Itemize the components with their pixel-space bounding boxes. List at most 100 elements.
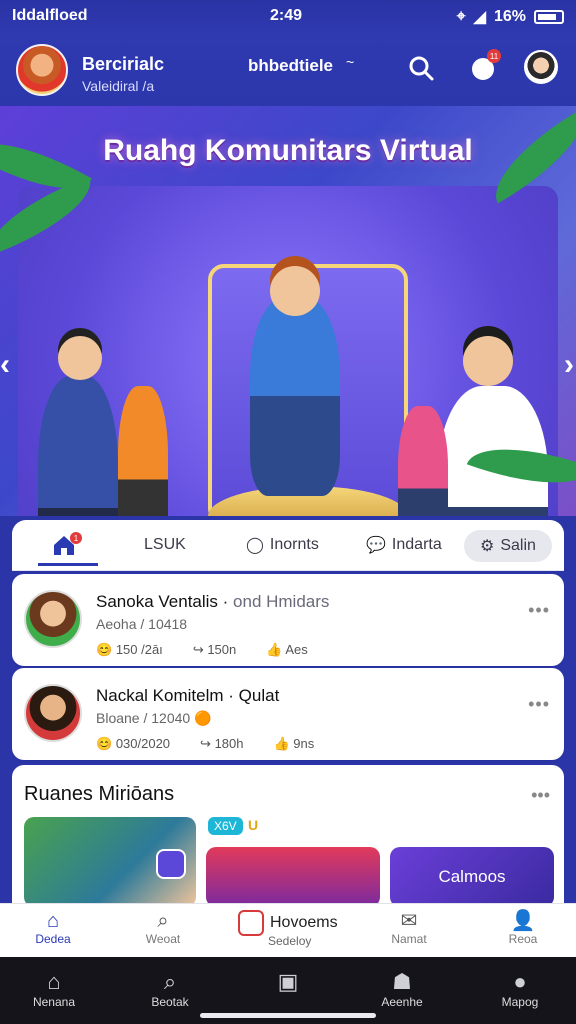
feed-avatar[interactable]	[24, 684, 82, 742]
section-thumb[interactable]: Calmoos	[390, 847, 554, 907]
user-icon: ●	[513, 969, 527, 994]
feed-title: Sanoka Ventalis · ond Hmidars	[96, 592, 330, 611]
feed-avatar[interactable]	[24, 590, 82, 648]
notification-icon[interactable]: 11	[467, 49, 501, 84]
nav-profile[interactable]: 👤 Reoa	[478, 910, 568, 946]
system-nav: ⌂ Nenana ⌕ Beotak ▣ ☗ Aeenhe ● Mapog	[0, 957, 576, 1024]
like-count: 9ns	[293, 736, 315, 751]
search-icon: ⌕	[163, 969, 177, 994]
user-subtitle: Valeidiral /a	[82, 78, 155, 94]
nav-notifications-label: Namat	[391, 932, 427, 946]
user-icon: 👤	[510, 910, 536, 932]
carousel-prev-icon[interactable]: ‹	[0, 348, 10, 382]
tab-chat-label: Indarta	[391, 536, 442, 553]
tab-bar: 1 LSUK ◯ Inornts 💬 Indarta ⚙ Salin	[12, 520, 564, 570]
like-stat[interactable]: 👍 9ns	[273, 736, 314, 752]
emoji-reaction[interactable]: 😊 150 /2āı	[96, 642, 163, 658]
tab-settings[interactable]: ⚙ Salin	[464, 530, 552, 562]
nav-notifications[interactable]: ✉ Namat	[364, 910, 454, 946]
battery-icon	[534, 10, 564, 24]
tab-lsuk-label: LSUK	[144, 536, 186, 553]
mail-icon: ✉	[400, 910, 418, 932]
feed-subtitle-text: Bloane / 12040	[96, 710, 191, 726]
tab-chat[interactable]: 💬 Indarta	[366, 520, 442, 570]
feed-title: Nackal Komitelm · Qulat	[96, 686, 280, 705]
emoji-reaction[interactable]: 😊 030/2020	[96, 736, 170, 752]
sys-nav-search-label: Beotak	[151, 995, 189, 1009]
location-icon: ⌖	[456, 8, 466, 25]
section-tag-mark: U	[248, 817, 259, 833]
search-icon: ⌕	[157, 910, 169, 932]
pin-icon: ◯	[246, 537, 264, 554]
carousel-next-icon[interactable]: ›	[564, 348, 574, 382]
user-name: Bercirialc	[82, 54, 165, 74]
profile-avatar[interactable]	[524, 50, 558, 84]
section-thumb[interactable]	[24, 817, 196, 907]
feed-card[interactable]: Sanoka Ventalis · ond Hmidars Aeoha / 10…	[12, 574, 564, 666]
section-tag: X6V	[208, 817, 243, 835]
section-title: Ruanes Miriōans	[24, 783, 175, 805]
nav-center-sub: Sedeloy	[268, 934, 312, 948]
share-stat[interactable]: ↪ 180h	[200, 736, 243, 752]
thumb-label: Calmoos	[438, 867, 506, 886]
share-stat[interactable]: ↪ 150n	[193, 642, 236, 658]
sys-nav-people[interactable]: ☗ Aeenhe	[352, 969, 452, 1009]
tab-events-label: Inornts	[269, 536, 319, 553]
user-avatar[interactable]	[16, 44, 68, 96]
reaction-count: 150 /2āı	[115, 642, 163, 657]
signal-icon: ◢	[473, 9, 486, 26]
feed-subtitle: Bloane / 12040 🟠	[96, 710, 212, 727]
search-icon[interactable]	[405, 52, 437, 84]
home-indicator[interactable]	[200, 1013, 376, 1018]
hero-person-left	[38, 376, 118, 516]
home-icon: ⌂	[46, 910, 60, 932]
hero-person-center	[250, 296, 340, 496]
tab-home[interactable]: 1	[38, 520, 98, 570]
gear-icon: ⚙	[480, 538, 495, 555]
reaction-count: 030/2020	[115, 736, 171, 751]
chevron-down-icon[interactable]: ~	[346, 54, 354, 70]
tab-events[interactable]: ◯ Inornts	[246, 520, 319, 570]
recommended-section: Ruanes Miriōans ••• X6V U Calmoos	[12, 765, 564, 907]
nav-home-label: Dedea	[35, 932, 71, 946]
community-title[interactable]: bhbedtiele	[248, 56, 333, 76]
more-options-icon[interactable]: •••	[528, 694, 550, 715]
like-stat[interactable]: 👍 Aes	[266, 642, 308, 658]
nav-search[interactable]: ⌕ Weoat	[118, 910, 208, 946]
sys-nav-profile[interactable]: ● Mapog	[470, 969, 570, 1009]
feed-title-muted: Qulat	[238, 686, 280, 705]
active-tab-indicator	[38, 563, 98, 566]
sys-nav-center[interactable]: ▣	[238, 969, 338, 995]
feed-stats: 😊 030/2020 ↪ 180h 👍 9ns	[96, 736, 314, 752]
feed-card[interactable]: Nackal Komitelm · Qulat Bloane / 12040 🟠…	[12, 668, 564, 760]
hero-person-right2	[398, 406, 448, 516]
hero-person-right-head	[463, 336, 513, 386]
people-icon: ☗	[392, 969, 412, 994]
sys-nav-profile-label: Mapog	[501, 995, 539, 1009]
sys-nav-home[interactable]: ⌂ Nenana	[4, 969, 104, 1009]
tab-lsuk[interactable]: LSUK	[144, 520, 186, 570]
status-bar: Iddalfloed 2:49 ⌖ ◢ 16%	[0, 0, 576, 34]
clock: 2:49	[270, 7, 303, 24]
sys-nav-home-label: Nenana	[32, 995, 76, 1009]
more-options-icon[interactable]: •••	[528, 600, 550, 621]
feed-subtitle: Aeoha / 10418	[96, 616, 188, 632]
chat-icon: 💬	[366, 537, 386, 554]
section-thumb[interactable]	[206, 847, 380, 907]
nav-center-title: Hovoems	[270, 914, 338, 931]
sys-nav-people-label: Aeenhe	[381, 995, 423, 1009]
share-count: 150n	[207, 642, 237, 657]
feed-stats: 😊 150 /2āı ↪ 150n 👍 Aes	[96, 642, 308, 658]
hero-person-center-head	[270, 266, 320, 316]
sys-nav-search[interactable]: ⌕ Beotak	[120, 969, 220, 1009]
nav-home[interactable]: ⌂ Dedea	[8, 910, 98, 946]
feed-title-main: Sanoka Ventalis	[96, 592, 218, 611]
more-options-icon[interactable]: •••	[531, 785, 550, 806]
nav-search-label: Weoat	[145, 932, 181, 946]
tab-settings-label: Salin	[500, 537, 536, 554]
carrier-label: Iddalfloed	[12, 7, 88, 24]
hero-banner[interactable]: Ruahg Komunitars Virtual ‹ ›	[0, 106, 576, 516]
nav-center[interactable]: Hovoems Sedeloy	[238, 910, 338, 948]
like-count: Aes	[285, 642, 308, 657]
hero-title: Ruahg Komunitars Virtual	[103, 134, 473, 167]
